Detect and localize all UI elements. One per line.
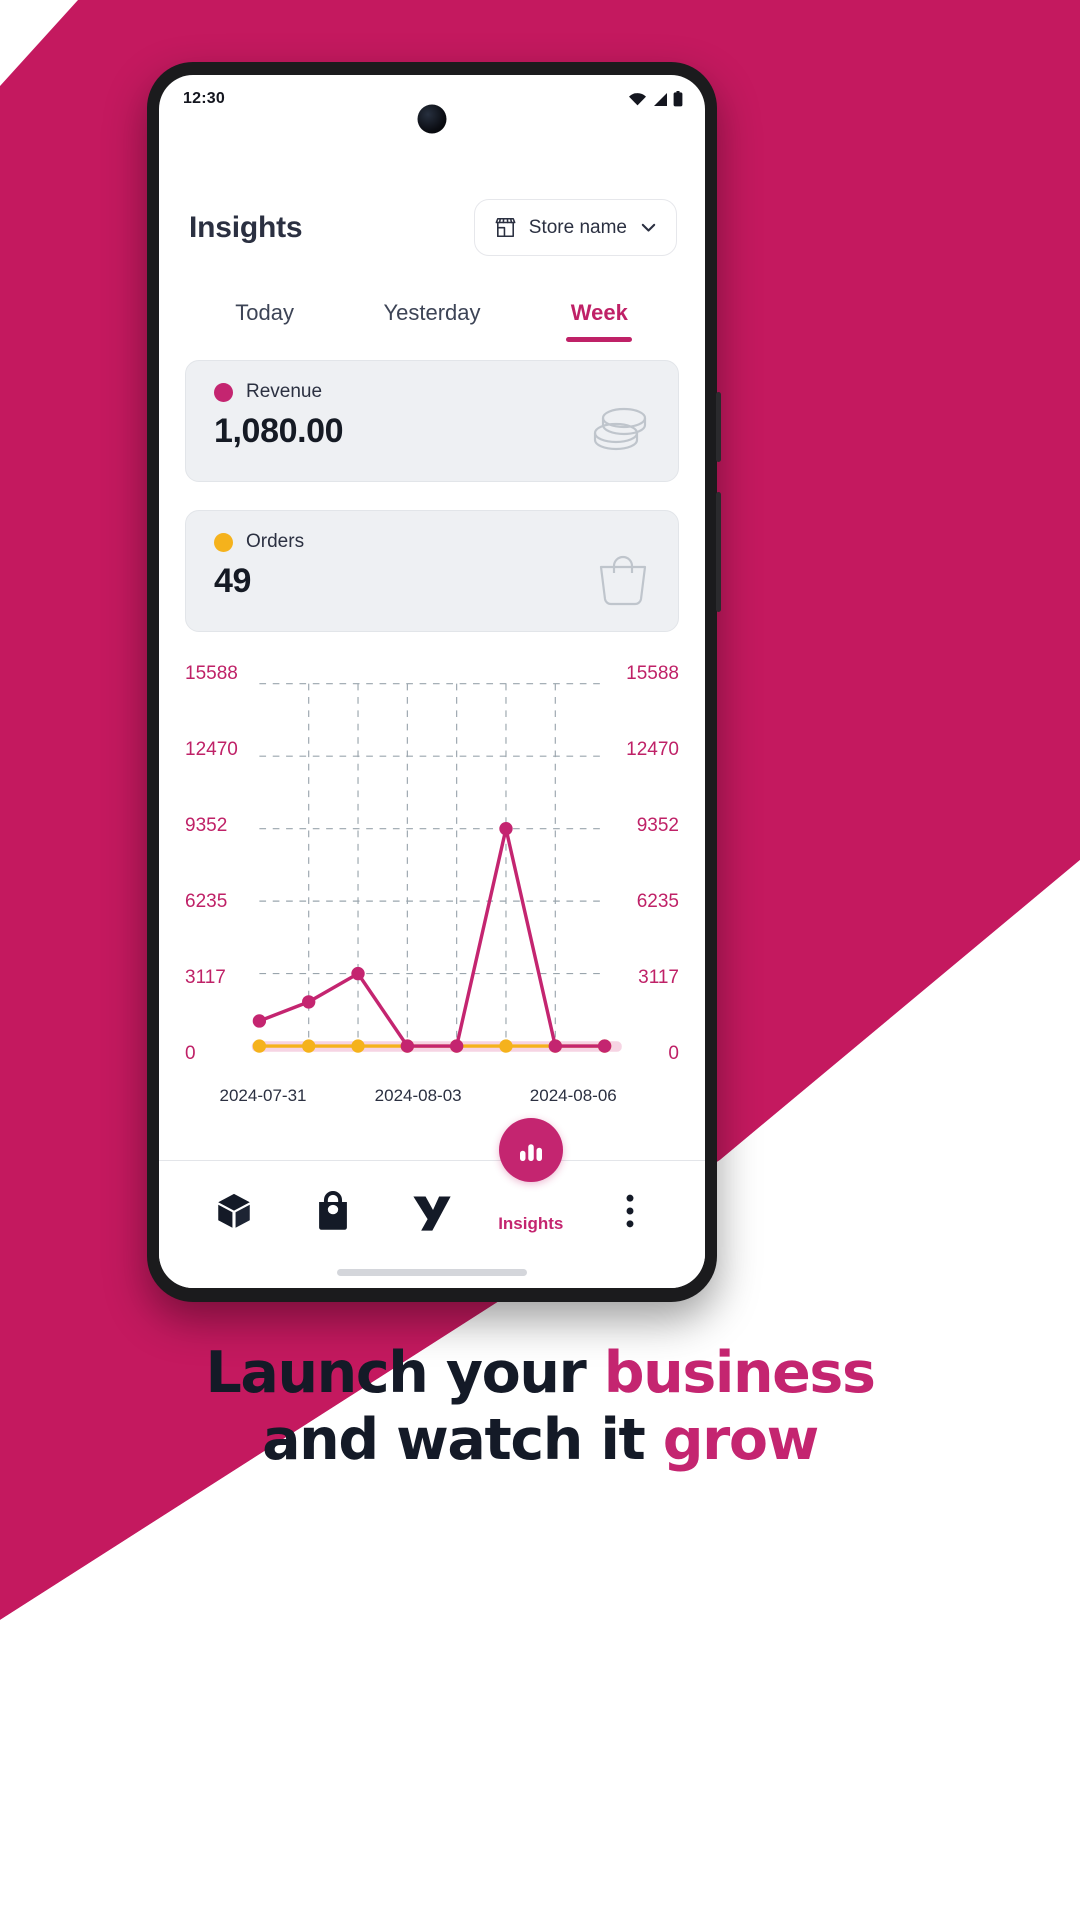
chart-y-tick-label-right: 6235 (636, 891, 679, 912)
phone-mockup: 12:30 Insights Store name Today Yesterda… (147, 62, 721, 1302)
chart-y-tick-label-left: 6235 (185, 891, 228, 912)
metric-revenue-label: Revenue (246, 381, 323, 402)
front-camera-punch-hole (417, 104, 447, 134)
shopping-bag-icon (319, 1191, 348, 1230)
phone-screen: 12:30 Insights Store name Today Yesterda… (159, 75, 705, 1288)
chart-point-revenue[interactable] (351, 966, 365, 981)
status-bar-icons (628, 91, 683, 107)
metric-card-orders[interactable]: Orders 49 (185, 510, 679, 632)
storefront-icon (495, 217, 516, 238)
chart-point-orders[interactable] (351, 1039, 365, 1053)
tagline-line-1: Launch your business (0, 1340, 1080, 1407)
page-title: Insights (189, 210, 303, 244)
battery-icon (673, 91, 683, 107)
metric-revenue-header: Revenue (214, 381, 343, 403)
chart-point-revenue[interactable] (252, 1014, 267, 1028)
phone-volume-button (716, 392, 721, 462)
app-header: Insights Store name (159, 123, 705, 256)
insights-fab[interactable] (498, 1118, 563, 1182)
chart-y-tick-label-right: 15588 (626, 663, 679, 684)
bottom-navigation-bar: Insights (159, 1118, 705, 1288)
tagline-line2-highlight: grow (662, 1407, 820, 1474)
kebab-menu-icon (626, 1194, 634, 1228)
metric-orders-label: Orders (246, 531, 305, 552)
nav-item-products[interactable] (192, 1190, 276, 1232)
insights-content: Revenue 1,080.00 Orders 49 0 0 3117 3117… (159, 342, 705, 1106)
nav-item-insights[interactable]: Insights (489, 1118, 573, 1234)
chart-point-orders[interactable] (499, 1039, 513, 1053)
chart-y-tick-label-right: 3117 (638, 967, 679, 988)
chart-plot-area (251, 683, 622, 1053)
chart-y-tick-label-left: 0 (185, 1043, 196, 1064)
orders-legend-dot (214, 532, 233, 552)
chart-y-tick-label-left: 9352 (185, 815, 228, 837)
status-bar: 12:30 (159, 75, 705, 134)
phone-power-button (716, 492, 721, 612)
chart-point-revenue[interactable] (548, 1039, 562, 1053)
home-indicator (337, 1269, 527, 1276)
revenue-legend-dot (214, 382, 233, 402)
metric-card-revenue[interactable]: Revenue 1,080.00 (185, 360, 679, 482)
metric-orders-value: 49 (214, 562, 252, 600)
chart-point-orders[interactable] (252, 1039, 267, 1053)
chevron-down-icon (641, 223, 656, 232)
chart-y-tick-label-left: 12470 (185, 739, 238, 760)
period-tabs: Today Yesterday Week (159, 300, 705, 342)
metric-revenue-text: Revenue 1,080.00 (214, 381, 344, 451)
coins-icon (586, 400, 654, 467)
chart-point-revenue[interactable] (400, 1039, 415, 1053)
chart-y-tick-label-right: 9352 (636, 815, 679, 837)
chart-point-revenue[interactable] (499, 821, 513, 836)
tagline-line1-highlight: business (603, 1340, 876, 1406)
status-time: 12:30 (183, 90, 225, 107)
chart-y-tick-label-right: 0 (668, 1043, 679, 1064)
store-selector-button[interactable]: Store name (473, 199, 677, 256)
wifi-icon (629, 92, 646, 105)
chart-line-revenue (257, 826, 607, 1048)
chart-y-tick-label-left: 3117 (185, 967, 226, 988)
nav-item-orders[interactable] (291, 1190, 375, 1232)
chart-point-orders[interactable] (302, 1039, 316, 1053)
tagline-line2-plain: and watch it (262, 1407, 663, 1474)
metric-revenue-value: 1,080.00 (214, 412, 344, 450)
nav-item-brand[interactable] (390, 1189, 474, 1233)
tab-yesterday[interactable]: Yesterday (348, 300, 515, 342)
y-logo-icon (413, 1196, 451, 1231)
chart-point-revenue[interactable] (302, 995, 316, 1009)
signal-icon (654, 92, 667, 106)
chart-point-revenue[interactable] (449, 1039, 464, 1053)
tab-week[interactable]: Week (516, 300, 683, 342)
chart-x-tick-label: 2024-08-06 (529, 1086, 617, 1105)
nav-item-more[interactable] (588, 1192, 672, 1230)
cube-icon (218, 1193, 251, 1228)
shopping-bag-icon (592, 551, 654, 616)
chart-x-tick-label: 2024-07-31 (219, 1086, 307, 1105)
insights-chart: 0 0 3117 3117 6235 6235 9352 9352 12470 12470 1558… (185, 660, 679, 1106)
chart-y-tick-label-left: 15588 (185, 663, 238, 684)
bottom-nav-divider (159, 1160, 705, 1162)
store-selector-label: Store name (528, 216, 627, 238)
nav-insights-label: Insights (498, 1214, 564, 1233)
chart-y-tick-label-right: 12470 (626, 739, 679, 760)
metric-orders-header: Orders (214, 531, 304, 553)
chart-point-revenue[interactable] (597, 1039, 612, 1053)
insights-scroll-area: Revenue 1,080.00 Orders 49 0 0 3117 3117… (159, 342, 705, 1106)
tagline-line1-plain: Launch your (205, 1340, 604, 1406)
tab-today[interactable]: Today (181, 300, 348, 342)
metric-orders-text: Orders 49 (214, 531, 304, 601)
bar-chart-icon (519, 1144, 542, 1161)
phone-frame: 12:30 Insights Store name Today Yesterda… (147, 62, 721, 1302)
promo-tagline: Launch your business and watch it grow (0, 1340, 1080, 1475)
tagline-line-2: and watch it grow (0, 1407, 1080, 1474)
chart-x-tick-label: 2024-08-03 (374, 1086, 462, 1105)
